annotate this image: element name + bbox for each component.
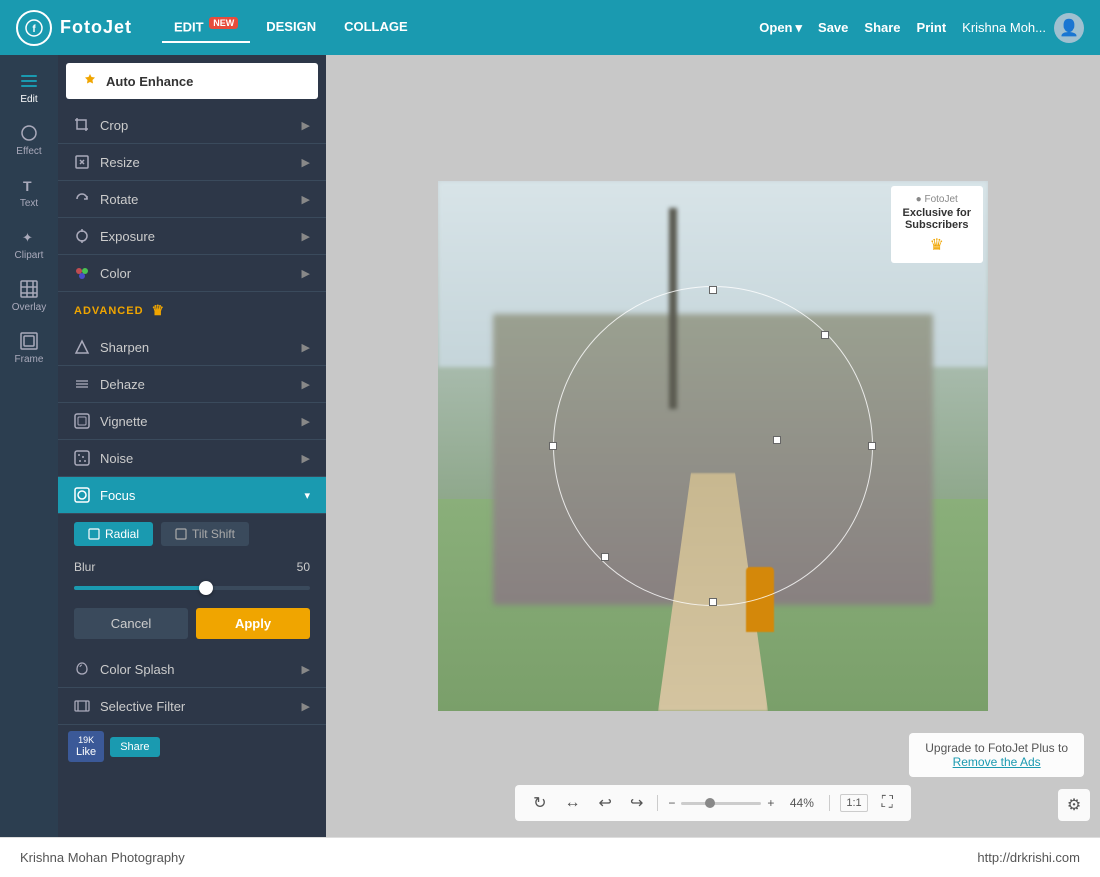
save-button[interactable]: Save xyxy=(818,20,848,35)
image-container: ● FotoJet Exclusive for Subscribers ♛ xyxy=(438,181,988,711)
focus-handle-right[interactable] xyxy=(868,442,876,450)
zoom-percent: 44% xyxy=(784,796,819,810)
focus-handle-center[interactable] xyxy=(773,436,781,444)
sidebar-item-edit[interactable]: Edit xyxy=(0,63,58,113)
menu-focus[interactable]: Focus ▾ xyxy=(58,477,326,514)
redo-button[interactable]: ↪ xyxy=(626,791,647,815)
svg-text:f: f xyxy=(32,24,36,35)
menu-sharpen[interactable]: Sharpen ▶ xyxy=(58,329,326,366)
blur-slider[interactable] xyxy=(58,580,326,600)
canvas-area: ● FotoJet Exclusive for Subscribers ♛ ↻ … xyxy=(326,55,1100,837)
share-button[interactable]: Share xyxy=(864,20,900,35)
print-button[interactable]: Print xyxy=(917,20,947,35)
undo-button[interactable]: ↩ xyxy=(595,791,616,815)
menu-color-splash[interactable]: Color Splash ▶ xyxy=(58,651,326,688)
main-content: Edit Effect T Text ✦ Clipart Overlay Fra… xyxy=(0,55,1100,837)
menu-selective-filter[interactable]: Selective Filter ▶ xyxy=(58,688,326,725)
settings-button[interactable]: ⚙ xyxy=(1058,789,1090,821)
user-avatar: 👤 xyxy=(1054,13,1084,43)
logo-icon: f xyxy=(16,10,52,46)
sidebar-item-effect[interactable]: Effect xyxy=(0,115,58,165)
vignette-arrow: ▶ xyxy=(302,415,310,428)
photo: ● FotoJet Exclusive for Subscribers ♛ xyxy=(438,181,988,711)
menu-color[interactable]: Color ▶ xyxy=(58,255,326,292)
exposure-arrow: ▶ xyxy=(302,230,310,243)
cancel-button[interactable]: Cancel xyxy=(74,608,188,639)
focus-actions: Cancel Apply xyxy=(58,600,326,651)
menu-crop[interactable]: Crop ▶ xyxy=(58,107,326,144)
svg-text:✦: ✦ xyxy=(22,230,33,245)
ratio-button[interactable]: 1:1 xyxy=(840,794,867,812)
focus-handle-tr[interactable] xyxy=(821,331,829,339)
focus-handle-bl[interactable] xyxy=(601,553,609,561)
footer-right: http://drkrishi.com xyxy=(977,850,1080,865)
resize-arrow: ▶ xyxy=(302,156,310,169)
zoom-slider: − + xyxy=(668,796,774,810)
auto-enhance-button[interactable]: Auto Enhance xyxy=(66,63,318,99)
sidebar-item-text[interactable]: T Text xyxy=(0,167,58,217)
dehaze-arrow: ▶ xyxy=(302,378,310,391)
sidebar-icons: Edit Effect T Text ✦ Clipart Overlay Fra… xyxy=(0,55,58,837)
user-menu[interactable]: Krishna Moh... 👤 xyxy=(962,13,1084,43)
refresh-button[interactable]: ↻ xyxy=(529,791,550,815)
nav-edit[interactable]: EDIT NEW xyxy=(162,12,250,42)
tilt-shift-tab[interactable]: Tilt Shift xyxy=(161,522,249,546)
apply-button[interactable]: Apply xyxy=(196,608,310,639)
sidebar-item-clipart[interactable]: ✦ Clipart xyxy=(0,219,58,269)
menu-noise[interactable]: Noise ▶ xyxy=(58,440,326,477)
sharpen-arrow: ▶ xyxy=(302,341,310,354)
open-button[interactable]: Open ▾ xyxy=(759,20,802,36)
fullscreen-button[interactable]: ⛶ xyxy=(878,792,897,814)
badge-crown-icon: ♛ xyxy=(903,235,971,255)
nav-collage[interactable]: COLLAGE xyxy=(332,13,420,42)
crop-arrow: ▶ xyxy=(302,119,310,132)
radial-tab[interactable]: Radial xyxy=(74,522,153,546)
menu-rotate[interactable]: Rotate ▶ xyxy=(58,181,326,218)
social-bar: 19K Like Share xyxy=(58,725,326,768)
left-panel: Auto Enhance Crop ▶ Resize ▶ Rotate ▶ xyxy=(58,55,326,837)
topbar: f FotoJet EDIT NEW DESIGN COLLAGE Open ▾… xyxy=(0,0,1100,55)
top-actions: Open ▾ Save Share Print Krishna Moh... 👤 xyxy=(759,13,1084,43)
selective-filter-arrow: ▶ xyxy=(302,700,310,713)
menu-vignette[interactable]: Vignette ▶ xyxy=(58,403,326,440)
footer-left: Krishna Mohan Photography xyxy=(20,850,185,865)
blur-row: Blur 50 xyxy=(58,554,326,580)
logo-area: f FotoJet xyxy=(16,10,132,46)
rotate-arrow: ▶ xyxy=(302,193,310,206)
color-arrow: ▶ xyxy=(302,267,310,280)
sidebar-item-frame[interactable]: Frame xyxy=(0,323,58,373)
noise-arrow: ▶ xyxy=(302,452,310,465)
menu-dehaze[interactable]: Dehaze ▶ xyxy=(58,366,326,403)
subscriber-badge: ● FotoJet Exclusive for Subscribers ♛ xyxy=(891,186,983,263)
menu-exposure[interactable]: Exposure ▶ xyxy=(58,218,326,255)
compare-button[interactable]: ↔ xyxy=(561,792,585,814)
svg-text:T: T xyxy=(23,178,32,194)
footer: Krishna Mohan Photography http://drkrish… xyxy=(0,837,1100,877)
focus-tabs: Radial Tilt Shift xyxy=(58,514,326,554)
color-splash-arrow: ▶ xyxy=(302,663,310,676)
crown-icon: ♛ xyxy=(152,302,166,319)
focus-handle-left[interactable] xyxy=(549,442,557,450)
nav-items: EDIT NEW DESIGN COLLAGE xyxy=(162,12,420,42)
zoom-track[interactable] xyxy=(681,802,761,805)
share-button[interactable]: Share xyxy=(110,737,159,757)
nav-design[interactable]: DESIGN xyxy=(254,13,328,42)
focus-handle-top[interactable] xyxy=(709,286,717,294)
like-button[interactable]: 19K Like xyxy=(68,731,104,762)
upgrade-notice: Upgrade to FotoJet Plus to Remove the Ad… xyxy=(909,733,1084,777)
advanced-header: ADVANCED ♛ xyxy=(58,292,326,329)
focus-arrow: ▾ xyxy=(304,489,310,502)
app-name: FotoJet xyxy=(60,17,132,38)
focus-handle-bottom[interactable] xyxy=(709,598,717,606)
sidebar-item-overlay[interactable]: Overlay xyxy=(0,271,58,321)
remove-ads-link[interactable]: Remove the Ads xyxy=(925,755,1068,769)
menu-resize[interactable]: Resize ▶ xyxy=(58,144,326,181)
bottom-toolbar: ↻ ↔ ↩ ↪ − + 44% 1:1 ⛶ xyxy=(515,785,911,821)
